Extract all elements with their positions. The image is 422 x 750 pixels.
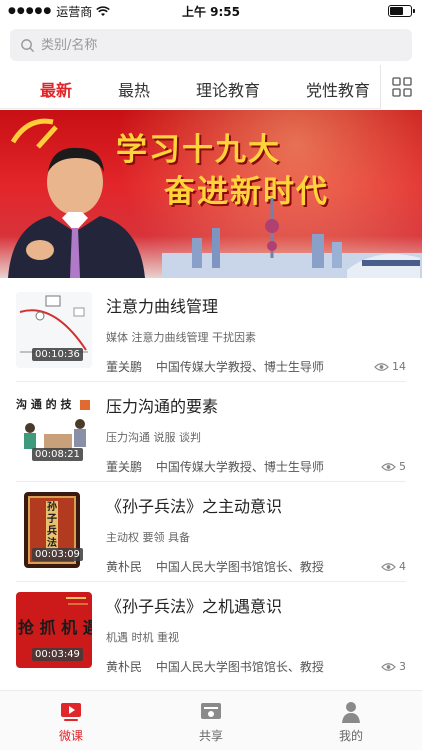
view-count: 3 — [381, 660, 406, 673]
search-bar — [0, 22, 422, 67]
list-item[interactable]: 抢 抓 机 遇 00:03:49 《孙子兵法》之机遇意识 机遇 时机 重视 黄朴… — [16, 582, 406, 682]
video-author: 董关鹏 中国传媒大学教授、博士生导师 — [106, 358, 324, 375]
search-input[interactable] — [41, 37, 402, 53]
bottom-tab-bar: 微课 共享 我的 — [0, 690, 422, 750]
video-title: 《孙子兵法》之机遇意识 — [106, 597, 283, 616]
video-duration: 00:03:09 — [32, 548, 83, 561]
search-box[interactable] — [10, 29, 412, 61]
video-tags: 主动权 要领 具备 — [106, 531, 190, 544]
tabbar-label: 共享 — [198, 729, 223, 743]
video-tags: 媒体 注意力曲线管理 干扰因素 — [106, 331, 256, 344]
video-title: 压力沟通的要素 — [106, 397, 219, 416]
view-count-value: 3 — [399, 660, 406, 673]
list-item[interactable]: 00:10:36 注意力曲线管理 媒体 注意力曲线管理 干扰因素 董关鹏 中国传… — [16, 282, 406, 382]
video-title: 《孙子兵法》之主动意识 — [106, 497, 283, 516]
tabbar-item-micro-course[interactable]: 微课 — [36, 701, 106, 744]
status-bar: ●●●●● 运营商 上午 9:55 — [0, 0, 422, 22]
promo-banner[interactable]: 学习十九大 奋进新时代 — [0, 110, 422, 278]
author-name: 董关鹏 — [106, 460, 143, 474]
city-skyline-image — [162, 198, 422, 278]
search-icon — [21, 38, 35, 52]
eye-icon — [381, 462, 396, 471]
view-count: 5 — [381, 460, 406, 473]
profile-icon — [342, 702, 360, 723]
video-author: 黄朴民 中国人民大学图书馆馆长、教授 — [106, 558, 324, 575]
video-title: 注意力曲线管理 — [106, 297, 219, 316]
author-title: 中国人民大学图书馆馆长、教授 — [155, 560, 324, 574]
author-title: 中国传媒大学教授、博士生导师 — [155, 460, 324, 474]
video-tags: 压力沟通 说服 谈判 — [106, 431, 201, 444]
eye-icon — [381, 562, 396, 571]
tab-party-education[interactable]: 党性教育 — [306, 77, 370, 101]
list-item[interactable]: 沟 通 的 技 00:08:21 压力沟通的要素 压力沟通 说服 谈判 董关鹏 … — [16, 382, 406, 482]
video-duration: 00:10:36 — [32, 348, 83, 361]
thumb-caption: 孙子兵法 — [46, 501, 58, 551]
author-title: 中国人民大学图书馆馆长、教授 — [155, 660, 324, 674]
author-title: 中国传媒大学教授、博士生导师 — [155, 360, 324, 374]
view-count-value: 4 — [399, 560, 406, 573]
author-name: 董关鹏 — [106, 360, 143, 374]
category-grid-button[interactable] — [380, 65, 422, 109]
video-tags: 机遇 时机 重视 — [106, 631, 179, 644]
view-count: 4 — [381, 560, 406, 573]
video-author: 董关鹏 中国传媒大学教授、博士生导师 — [106, 458, 324, 475]
video-list: 00:10:36 注意力曲线管理 媒体 注意力曲线管理 干扰因素 董关鹏 中国传… — [0, 282, 422, 690]
tabbar-label: 我的 — [338, 729, 363, 743]
status-time: 上午 9:55 — [181, 4, 241, 19]
battery-icon — [388, 5, 415, 17]
eye-icon — [374, 362, 389, 371]
video-icon — [61, 703, 81, 721]
video-duration: 00:08:21 — [32, 448, 83, 461]
tabbar-label: 微课 — [58, 729, 83, 743]
tabbar-item-profile[interactable]: 我的 — [316, 701, 386, 744]
view-count: 14 — [374, 360, 406, 373]
video-duration: 00:03:49 — [32, 648, 83, 661]
author-name: 黄朴民 — [106, 560, 143, 574]
speaker-photo — [8, 147, 145, 278]
view-count-value: 14 — [392, 360, 406, 373]
tabbar-item-share[interactable]: 共享 — [176, 701, 246, 744]
share-icon — [201, 703, 221, 719]
list-item[interactable]: 孙子兵法 00:03:09 《孙子兵法》之主动意识 主动权 要领 具备 黄朴民 … — [16, 482, 406, 582]
eye-icon — [381, 662, 396, 671]
tab-hottest[interactable]: 最热 — [118, 77, 150, 101]
tab-latest[interactable]: 最新 — [40, 77, 72, 101]
author-name: 黄朴民 — [106, 660, 143, 674]
tab-theory-education[interactable]: 理论教育 — [196, 77, 260, 101]
category-tabs: 最新 最热 理论教育 党性教育 — [0, 65, 422, 109]
view-count-value: 5 — [399, 460, 406, 473]
video-author: 黄朴民 中国人民大学图书馆馆长、教授 — [106, 658, 324, 675]
grid-icon — [391, 77, 412, 97]
